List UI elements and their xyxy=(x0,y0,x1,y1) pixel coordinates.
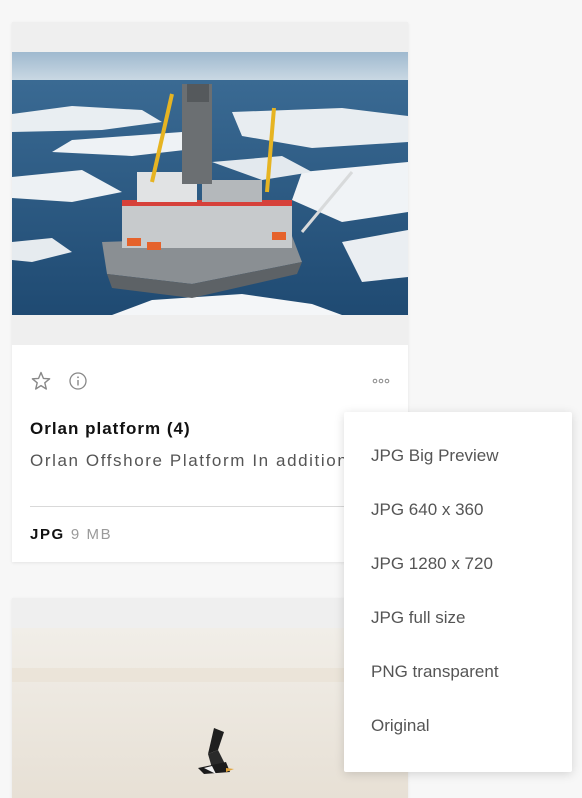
menu-item-original[interactable]: Original xyxy=(371,711,561,741)
file-meta: JPG 9 MB xyxy=(30,526,112,543)
menu-item-jpg-1280x720[interactable]: JPG 1280 x 720 xyxy=(371,549,561,579)
card-title[interactable]: Orlan platform (4) xyxy=(30,419,191,439)
info-icon[interactable] xyxy=(67,370,89,392)
menu-item-png-transparent[interactable]: PNG transparent xyxy=(371,657,561,687)
asset-media[interactable] xyxy=(12,22,408,345)
download-options-menu: JPG Big Preview JPG 640 x 360 JPG 1280 x… xyxy=(344,412,572,772)
file-format: JPG xyxy=(30,526,65,543)
star-icon[interactable] xyxy=(30,370,52,392)
card-description: Orlan Offshore Platform In addition to xyxy=(30,451,360,470)
card-actions xyxy=(30,370,390,394)
file-size: 9 MB xyxy=(70,526,113,543)
menu-item-jpg-640x360[interactable]: JPG 640 x 360 xyxy=(371,495,561,525)
menu-item-jpg-full-size[interactable]: JPG full size xyxy=(371,603,561,633)
menu-item-jpg-big-preview[interactable]: JPG Big Preview xyxy=(371,441,561,471)
asset-image-offshore-platform[interactable] xyxy=(12,52,408,315)
more-icon[interactable] xyxy=(370,370,392,392)
